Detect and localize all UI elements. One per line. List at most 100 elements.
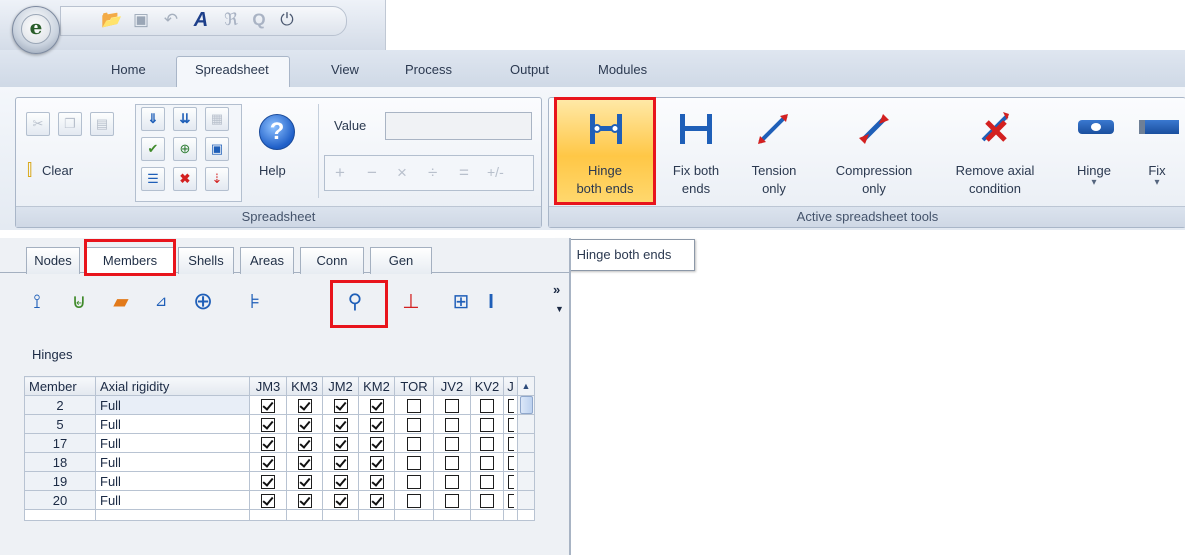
member-offset-icon[interactable]: ⊕ bbox=[190, 288, 216, 316]
table-row[interactable]: 5 Full bbox=[24, 414, 535, 434]
save-icon[interactable]: ▣ bbox=[131, 10, 151, 30]
unchecked-checkbox[interactable] bbox=[445, 436, 459, 451]
unchecked-checkbox[interactable] bbox=[407, 474, 421, 489]
unchecked-checkbox[interactable] bbox=[507, 417, 514, 432]
value-input[interactable] bbox=[385, 112, 532, 140]
tension-only-icon[interactable] bbox=[754, 110, 792, 148]
local-axes-icon[interactable]: ⊿ bbox=[148, 288, 174, 316]
unchecked-checkbox[interactable] bbox=[445, 398, 459, 413]
cell-axial-rigidity[interactable]: Full bbox=[95, 433, 250, 453]
tab-view[interactable]: View bbox=[331, 62, 359, 77]
member-end-icon[interactable]: ⊧ bbox=[242, 288, 268, 316]
move-down-icon[interactable]: ⇓ bbox=[141, 107, 165, 131]
checked-checkbox[interactable] bbox=[297, 417, 312, 432]
cell-axial-rigidity[interactable]: Full bbox=[95, 471, 250, 491]
unchecked-checkbox[interactable] bbox=[407, 493, 421, 508]
fix-both-ends-label-2[interactable]: ends bbox=[658, 181, 734, 196]
unchecked-checkbox[interactable] bbox=[507, 455, 514, 470]
list-icon[interactable]: ☰ bbox=[141, 167, 165, 191]
help-icon[interactable]: ? bbox=[259, 114, 295, 150]
panel-tab-conn[interactable]: Conn bbox=[300, 247, 364, 274]
check-all-icon[interactable]: ✔ bbox=[141, 137, 165, 161]
panel-tab-gen[interactable]: Gen bbox=[370, 247, 432, 274]
unchecked-checkbox[interactable] bbox=[407, 455, 421, 470]
checked-checkbox[interactable] bbox=[297, 455, 312, 470]
unchecked-checkbox[interactable] bbox=[480, 417, 494, 432]
checked-checkbox[interactable] bbox=[297, 474, 312, 489]
checked-checkbox[interactable] bbox=[369, 436, 384, 451]
move-bottom-icon[interactable]: ⇊ bbox=[173, 107, 197, 131]
compression-only-icon[interactable] bbox=[855, 110, 893, 148]
table-row[interactable]: 18 Full bbox=[24, 452, 535, 472]
fix-both-ends-icon[interactable] bbox=[676, 110, 716, 148]
checked-checkbox[interactable] bbox=[261, 455, 275, 470]
tension-only-label-2[interactable]: only bbox=[736, 181, 812, 196]
panel-tab-shells[interactable]: Shells bbox=[178, 247, 234, 274]
open-folder-icon[interactable]: 📂 bbox=[101, 10, 122, 30]
table-row[interactable]: 20 Full bbox=[24, 490, 535, 510]
unchecked-checkbox[interactable] bbox=[407, 417, 421, 432]
zoom-icon[interactable]: Q bbox=[249, 10, 269, 30]
hinge-dropdown-icon[interactable] bbox=[1078, 120, 1114, 134]
cell-axial-rigidity[interactable]: Full bbox=[95, 414, 250, 434]
checked-checkbox[interactable] bbox=[297, 493, 312, 508]
scrollbar-track[interactable] bbox=[517, 471, 535, 491]
tab-process[interactable]: Process bbox=[405, 62, 452, 77]
checked-checkbox[interactable] bbox=[369, 398, 384, 413]
checked-checkbox[interactable] bbox=[297, 398, 312, 413]
compression-only-label-2[interactable]: only bbox=[822, 181, 926, 196]
hinge-dropdown-label[interactable]: Hinge bbox=[1068, 163, 1120, 178]
checked-checkbox[interactable] bbox=[369, 493, 384, 508]
fix-dropdown-arrow[interactable]: ▾ bbox=[1135, 177, 1179, 188]
text-a-icon[interactable]: A bbox=[191, 10, 211, 30]
add-operator[interactable]: + bbox=[335, 163, 345, 183]
unchecked-checkbox[interactable] bbox=[507, 436, 514, 451]
unchecked-checkbox[interactable] bbox=[480, 398, 494, 413]
clear-button[interactable]: Clear bbox=[42, 163, 73, 178]
help-button[interactable]: Help bbox=[259, 163, 286, 178]
panel-tab-nodes[interactable]: Nodes bbox=[26, 247, 80, 274]
unchecked-checkbox[interactable] bbox=[480, 455, 494, 470]
tab-home[interactable]: Home bbox=[111, 62, 146, 77]
cut-icon[interactable]: ✂ bbox=[26, 112, 50, 136]
unchecked-checkbox[interactable] bbox=[480, 474, 494, 489]
toolbar-overflow-arrow[interactable]: ▼ bbox=[555, 304, 564, 314]
scrollbar-track[interactable] bbox=[517, 395, 535, 415]
cell-axial-rigidity[interactable]: Full bbox=[95, 395, 250, 415]
unchecked-checkbox[interactable] bbox=[507, 493, 514, 508]
select-cells-icon[interactable]: ▣ bbox=[205, 137, 229, 161]
remove-axial-condition-icon[interactable] bbox=[975, 108, 1015, 148]
unchecked-checkbox[interactable] bbox=[445, 493, 459, 508]
scrollbar-track[interactable] bbox=[517, 433, 535, 453]
table-row[interactable]: 17 Full bbox=[24, 433, 535, 453]
table-row[interactable]: 19 Full bbox=[24, 471, 535, 491]
unchecked-checkbox[interactable] bbox=[480, 436, 494, 451]
tension-only-label-1[interactable]: Tension bbox=[736, 163, 812, 178]
grid-icon[interactable]: ▦ bbox=[205, 107, 229, 131]
unchecked-checkbox[interactable] bbox=[480, 493, 494, 508]
tab-spreadsheet[interactable]: Spreadsheet bbox=[195, 62, 269, 77]
undo-icon[interactable]: ↶ bbox=[161, 10, 181, 30]
app-menu-button[interactable]: e bbox=[12, 6, 60, 54]
table-row[interactable]: 2 Full bbox=[24, 395, 535, 415]
scrollbar-track[interactable] bbox=[517, 414, 535, 434]
tab-output[interactable]: Output bbox=[510, 62, 549, 77]
sort-icon[interactable]: ⇣ bbox=[205, 167, 229, 191]
hinge-dropdown-arrow[interactable]: ▾ bbox=[1068, 177, 1120, 188]
checked-checkbox[interactable] bbox=[333, 417, 348, 432]
checked-checkbox[interactable] bbox=[333, 436, 348, 451]
unchecked-checkbox[interactable] bbox=[407, 436, 421, 451]
checked-checkbox[interactable] bbox=[333, 474, 348, 489]
compression-only-label-1[interactable]: Compression bbox=[822, 163, 926, 178]
i-section-icon[interactable]: I bbox=[478, 288, 504, 316]
member-3d-icon[interactable]: ⊞ bbox=[448, 288, 474, 316]
insert-row-icon[interactable]: ⊕ bbox=[173, 137, 197, 161]
multiply-operator[interactable]: × bbox=[397, 163, 407, 183]
unchecked-checkbox[interactable] bbox=[445, 455, 459, 470]
checked-checkbox[interactable] bbox=[369, 474, 384, 489]
copy-icon[interactable]: ❐ bbox=[58, 112, 82, 136]
checked-checkbox[interactable] bbox=[369, 417, 384, 432]
section-icon[interactable]: ▰ bbox=[108, 288, 134, 316]
unchecked-checkbox[interactable] bbox=[407, 398, 421, 413]
unchecked-checkbox[interactable] bbox=[507, 398, 514, 413]
